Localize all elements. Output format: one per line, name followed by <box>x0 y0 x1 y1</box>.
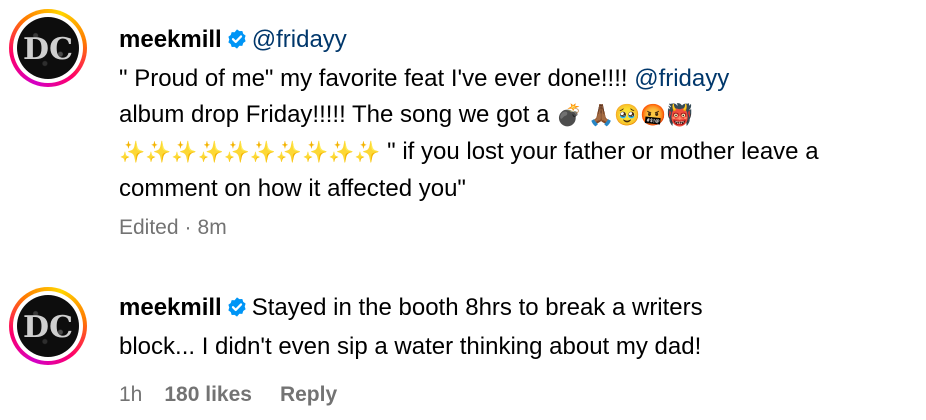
svg-text:DC: DC <box>23 310 73 345</box>
comment-meta: 1h 180 likes Reply <box>119 383 337 407</box>
username[interactable]: meekmill <box>119 294 222 321</box>
comment-text-line: album drop Friday!!!!! The song we got a <box>119 101 557 128</box>
likes-count[interactable]: 180 likes <box>164 383 252 406</box>
avatar[interactable]: DC <box>17 295 79 357</box>
avatar[interactable]: DC <box>17 17 79 79</box>
mention-link[interactable]: @fridayy <box>634 65 729 92</box>
comment-body: meekmill @fridayy " Proud of me" my favor… <box>119 22 910 207</box>
mention-link[interactable]: @fridayy <box>252 26 347 53</box>
comment-text-line: " Proud of me" my favorite feat I've eve… <box>119 65 635 92</box>
verified-badge-icon <box>226 293 248 329</box>
comment-text-line: comment on how it affected you" <box>119 175 466 202</box>
comment-meta: Edited · 8m <box>119 216 227 240</box>
comment-body: meekmill Stayed in the booth 8hrs to brea… <box>119 290 910 365</box>
timestamp[interactable]: 1h <box>119 383 142 406</box>
avatar-story-ring[interactable]: DC <box>9 9 87 87</box>
svg-text:DC: DC <box>23 32 73 67</box>
emoji-group: 💣 🙏🏾🥹🤬👹 <box>556 104 693 127</box>
comment-text-line: " if you lost your father or mother leav… <box>380 138 819 165</box>
reply-button[interactable]: Reply <box>280 383 337 406</box>
avatar-story-ring[interactable]: DC <box>9 287 87 365</box>
comment-text-line: Stayed in the booth 8hrs to break a writ… <box>251 294 703 321</box>
sparkles-emoji: ✨✨✨✨✨✨✨✨✨✨ <box>119 141 381 164</box>
separator-dot: · <box>184 216 192 239</box>
timestamp[interactable]: 8m <box>198 216 227 239</box>
dc-logo-icon: DC <box>23 32 73 67</box>
edited-label: Edited <box>119 216 179 239</box>
dc-logo-icon: DC <box>23 310 73 345</box>
username[interactable]: meekmill <box>119 26 222 53</box>
verified-badge-icon <box>226 25 248 61</box>
comment-text-line: block... I didn't even sip a water think… <box>119 333 702 360</box>
